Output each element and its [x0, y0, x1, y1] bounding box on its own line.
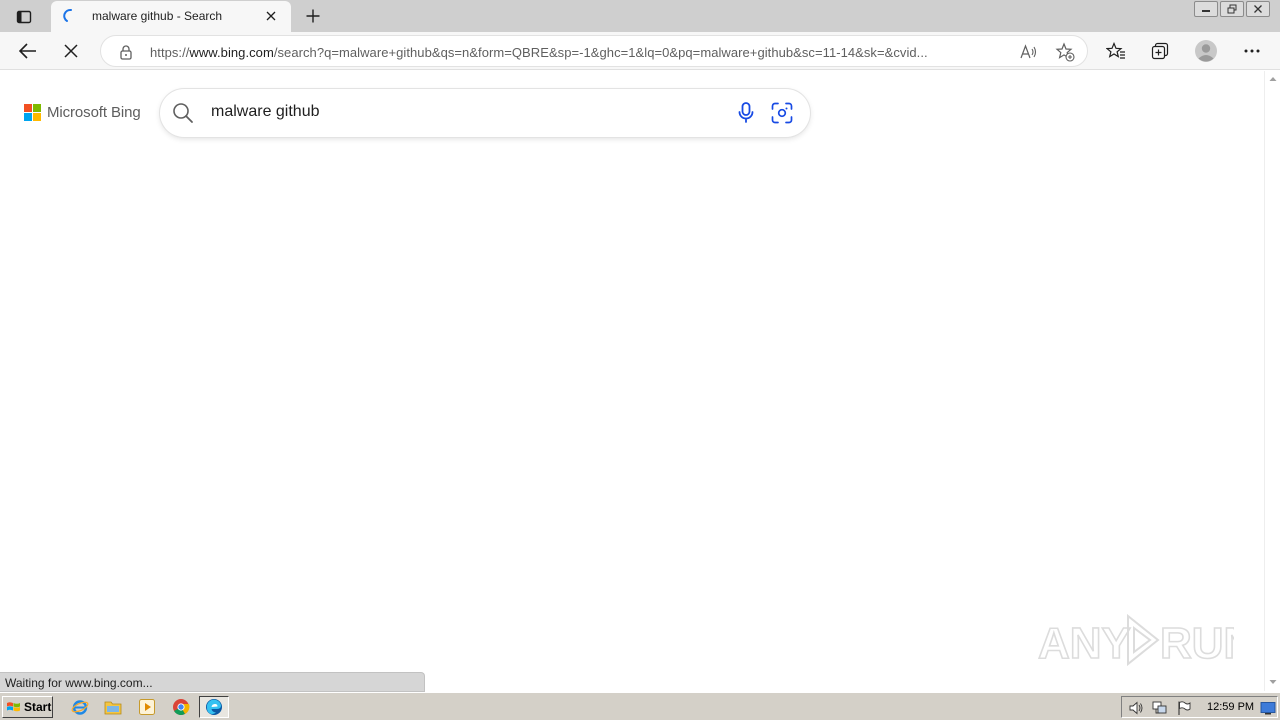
back-button[interactable] [14, 37, 42, 65]
star-plus-icon [1055, 42, 1075, 62]
plus-icon [306, 9, 320, 23]
folder-icon [104, 701, 122, 715]
taskbar-internet-explorer[interactable] [70, 697, 90, 717]
read-aloud-icon [1020, 44, 1037, 59]
avatar-icon [1195, 40, 1217, 62]
ms-square-yellow [33, 113, 41, 121]
profile-button[interactable] [1192, 37, 1220, 65]
tab-actions-button[interactable] [10, 7, 38, 27]
microphone-icon[interactable] [736, 102, 756, 124]
bing-logo[interactable]: Microsoft Bing [24, 104, 141, 121]
web-page: Microsoft Bing malware github ANY RUN [0, 71, 1264, 691]
status-text: Waiting for www.bing.com... [5, 676, 153, 690]
search-icon[interactable] [172, 102, 194, 124]
loading-spinner-icon [63, 8, 72, 22]
url-scheme: https:// [150, 45, 190, 60]
settings-more-button[interactable] [1238, 37, 1266, 65]
address-bar[interactable]: https://www.bing.com/search?q=malware+gi… [100, 35, 1088, 67]
close-window-button[interactable] [1246, 1, 1270, 17]
more-dots-icon [1244, 49, 1260, 53]
ms-square-red [24, 104, 32, 112]
new-tab-button[interactable] [303, 6, 323, 26]
svg-text:RUN: RUN [1160, 619, 1234, 668]
collections-icon [1151, 42, 1169, 60]
show-desktop-icon[interactable] [1260, 700, 1276, 716]
network-icon[interactable] [1152, 700, 1168, 716]
back-arrow-icon [19, 43, 36, 59]
tab-title: malware github - Search [92, 9, 223, 23]
minimize-button[interactable] [1194, 1, 1218, 17]
scroll-down-arrow-icon[interactable] [1269, 678, 1277, 686]
start-label: Start [24, 700, 52, 714]
bing-logo-text: Microsoft Bing [47, 104, 141, 121]
status-bubble: Waiting for www.bing.com... [0, 672, 425, 692]
minimize-icon [1202, 10, 1210, 12]
close-window-icon [1254, 5, 1262, 13]
media-player-icon [139, 699, 155, 715]
read-aloud-button[interactable] [1019, 42, 1039, 62]
chrome-icon [173, 699, 190, 715]
taskbar-file-explorer[interactable] [103, 697, 123, 717]
anyrun-watermark-logo: ANY RUN [1038, 613, 1234, 669]
tab-close-button[interactable] [263, 8, 279, 24]
action-center-flag-icon[interactable] [1176, 700, 1192, 716]
page-scrollbar[interactable] [1264, 71, 1280, 691]
tab-strip: malware github - Search [0, 0, 1280, 32]
browser-toolbar: https://www.bing.com/search?q=malware+gi… [0, 32, 1280, 70]
close-icon [266, 11, 276, 21]
search-input[interactable]: malware github [211, 103, 320, 121]
visual-search-icon[interactable] [771, 102, 793, 124]
taskbar-clock[interactable]: 12:59 PM [1207, 701, 1254, 713]
search-box[interactable]: malware github [160, 89, 810, 137]
edge-icon [206, 699, 222, 715]
close-icon [64, 44, 78, 58]
url-text[interactable]: https://www.bing.com/search?q=malware+gi… [150, 45, 928, 60]
ms-square-blue [24, 113, 32, 121]
window-controls [1192, 1, 1270, 17]
system-tray: 12:59 PM [1121, 696, 1278, 718]
start-button[interactable]: Start [2, 696, 53, 718]
microsoft-logo-icon [24, 104, 41, 121]
taskbar-chrome[interactable] [171, 697, 191, 717]
tab-active[interactable]: malware github - Search [51, 1, 291, 32]
taskbar-edge-active[interactable] [199, 696, 229, 718]
add-favorite-button[interactable] [1055, 42, 1075, 62]
favorites-icon [1106, 42, 1125, 59]
windows-flag-icon [7, 702, 20, 712]
url-host: www.bing.com [189, 45, 274, 60]
favorites-button[interactable] [1102, 37, 1130, 65]
internet-explorer-icon [71, 700, 89, 715]
ms-square-green [33, 104, 41, 112]
lock-icon[interactable] [118, 44, 134, 60]
svg-text:ANY: ANY [1038, 619, 1131, 668]
tab-actions-icon [16, 10, 32, 24]
speaker-icon[interactable] [1128, 700, 1144, 716]
windows-taskbar: Start 12:59 PM [0, 692, 1280, 720]
restore-button[interactable] [1220, 1, 1244, 17]
collections-button[interactable] [1146, 37, 1174, 65]
url-path: /search?q=malware+github&qs=n&form=QBRE&… [273, 45, 928, 60]
taskbar-media-player[interactable] [137, 697, 157, 717]
stop-loading-button[interactable] [57, 37, 85, 65]
scroll-up-arrow-icon[interactable] [1269, 75, 1277, 83]
restore-icon [1227, 4, 1237, 14]
